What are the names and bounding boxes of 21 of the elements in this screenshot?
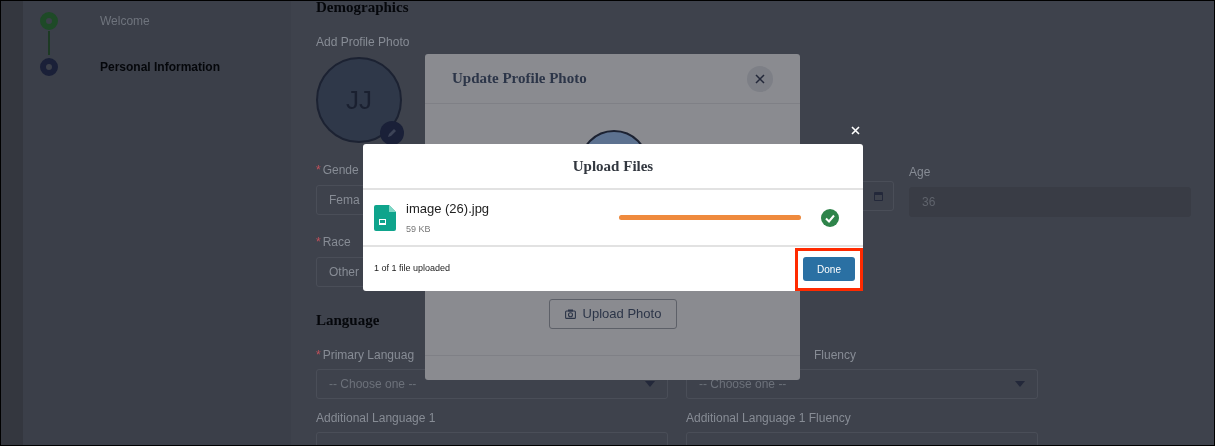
required-mark: * [316, 346, 321, 364]
field-label: Fluency [814, 346, 857, 364]
upload-photo-button[interactable]: Upload Photo [549, 299, 677, 329]
required-mark: * [316, 162, 321, 179]
section-heading: Language [316, 311, 380, 330]
dialog-title: Upload Files [572, 156, 654, 176]
modal-title: Update Profile Photo [452, 69, 587, 89]
field-label: Additional Language 1 [316, 409, 437, 427]
field-label: Race [322, 234, 351, 251]
field-label: Primary Languag [322, 346, 415, 364]
file-size: 59 KB [406, 222, 432, 236]
required-mark: * [316, 234, 321, 251]
upload-status: 1 of 1 file uploaded [374, 262, 451, 276]
done-button[interactable]: Done [803, 257, 855, 281]
step-label[interactable]: Personal Information [100, 58, 221, 76]
file-name: image (26).jpg [406, 200, 490, 218]
field-label: Age [909, 164, 932, 181]
field-label: Gende [322, 162, 359, 179]
field-label: Additional Language 1 Fluency [686, 409, 852, 427]
field-label: Add Profile Photo [316, 34, 410, 51]
section-heading: Demographics [316, 1, 409, 15]
